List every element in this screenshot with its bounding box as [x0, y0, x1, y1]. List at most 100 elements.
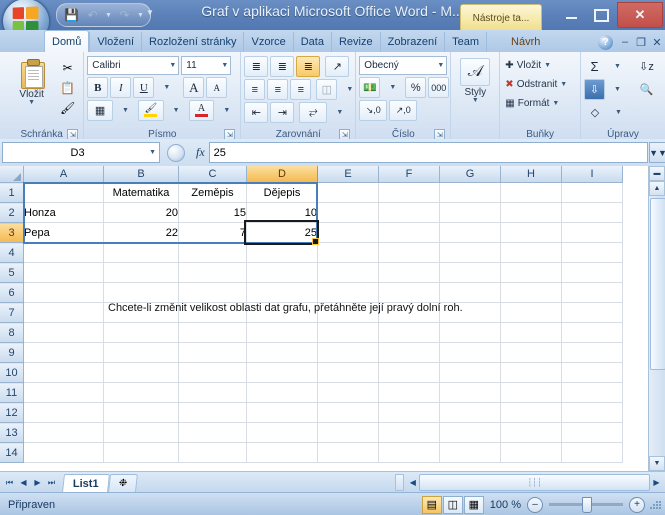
cell-h8[interactable] [500, 322, 562, 343]
horizontal-split-handle[interactable] [395, 474, 405, 491]
column-header-f[interactable]: F [378, 166, 440, 183]
cell-b7[interactable] [103, 302, 179, 323]
cell-e3[interactable] [317, 222, 379, 243]
last-sheet-icon[interactable]: ⏭ [45, 476, 58, 490]
cell-i13[interactable] [561, 422, 623, 443]
cell-g5[interactable] [439, 262, 501, 283]
align-bottom-icon[interactable]: ≣ [296, 56, 321, 77]
cell-h6[interactable] [500, 282, 562, 303]
cell-i11[interactable] [561, 382, 623, 403]
customize-qat-icon[interactable]: ▼ [146, 8, 154, 17]
row-header-6[interactable]: 6 [0, 282, 24, 303]
row-header-1[interactable]: 1 [0, 182, 24, 203]
merge-cells-icon[interactable]: ◫ [316, 79, 338, 100]
row-header-9[interactable]: 9 [0, 342, 24, 363]
format-cells-button[interactable]: ▦ Formát ▼ [503, 94, 577, 113]
styles-button[interactable]: 𝒜 Styly ▼ [454, 56, 496, 104]
tab-design[interactable]: Návrh [486, 32, 564, 52]
decrease-decimal-icon[interactable]: ↗,0 [389, 100, 418, 121]
name-box[interactable]: D3 ▼ [2, 142, 160, 163]
scroll-down-icon[interactable]: ▼ [649, 456, 665, 471]
select-all-corner[interactable] [0, 166, 24, 183]
row-header-8[interactable]: 8 [0, 322, 24, 343]
cell-b12[interactable] [103, 402, 179, 423]
cell-e9[interactable] [317, 342, 379, 363]
tab-view[interactable]: Zobrazení [379, 32, 445, 52]
cell-e1[interactable] [317, 182, 379, 203]
sort-filter-dropdown-icon[interactable]: ▼ [659, 56, 665, 77]
cell-h10[interactable] [500, 362, 562, 383]
new-sheet-icon[interactable]: ❉ [107, 473, 138, 492]
comma-style-button[interactable]: 000 [428, 77, 450, 98]
font-color-dropdown-icon[interactable]: ▼ [216, 100, 237, 121]
cell-a8[interactable] [23, 322, 104, 343]
delete-cells-button[interactable]: ✖ Odstranit ▼ [503, 75, 577, 94]
cell-e7[interactable] [317, 302, 379, 323]
cell-c7[interactable] [178, 302, 247, 323]
cell-i3[interactable] [561, 222, 623, 243]
cell-a3[interactable]: Pepa [23, 222, 104, 243]
ribbon-restore-button[interactable]: ❐ [633, 34, 649, 50]
minimize-button[interactable] [557, 4, 585, 26]
binoculars-icon[interactable]: 🔍 [636, 79, 657, 100]
cell-c1[interactable]: Zeměpis [178, 182, 247, 203]
cell-a11[interactable] [23, 382, 104, 403]
row-header-7[interactable]: 7 [0, 302, 24, 323]
fill-color-icon[interactable]: 🖌 [137, 100, 164, 121]
cell-i14[interactable] [561, 442, 623, 463]
zoom-slider-thumb[interactable] [582, 497, 592, 513]
cell-i1[interactable] [561, 182, 623, 203]
decrease-indent-icon[interactable]: ⇤ [244, 102, 269, 123]
cell-c11[interactable] [178, 382, 247, 403]
cell-f3[interactable] [378, 222, 440, 243]
cell-i5[interactable] [561, 262, 623, 283]
format-painter-icon[interactable]: 🖌 [58, 98, 78, 117]
column-header-d[interactable]: D [246, 166, 318, 183]
vertical-scroll-thumb[interactable] [650, 198, 665, 370]
tab-formulas[interactable]: Vzorce [243, 32, 292, 52]
cell-b14[interactable] [103, 442, 179, 463]
cell-e5[interactable] [317, 262, 379, 283]
sort-filter-icon[interactable]: ⇩ᴢ [636, 56, 657, 77]
cell-b4[interactable] [103, 242, 179, 263]
align-left-icon[interactable]: ≡ [244, 79, 266, 100]
clear-dropdown-icon[interactable]: ▼ [608, 102, 629, 123]
cell-c6[interactable] [178, 282, 247, 303]
contextual-tab-label[interactable]: Nástroje ta... [460, 4, 542, 31]
column-header-g[interactable]: G [439, 166, 501, 183]
cell-f2[interactable] [378, 202, 440, 223]
cell-a7[interactable] [23, 302, 104, 323]
cell-h12[interactable] [500, 402, 562, 423]
row-header-11[interactable]: 11 [0, 382, 24, 403]
cell-f4[interactable] [378, 242, 440, 263]
cell-d10[interactable] [246, 362, 318, 383]
cell-b11[interactable] [103, 382, 179, 403]
fill-dropdown-icon[interactable]: ▼ [607, 79, 628, 100]
cell-b3[interactable]: 22 [103, 222, 179, 243]
cell-c13[interactable] [178, 422, 247, 443]
expand-formula-bar-icon[interactable]: ▼▼ [649, 142, 665, 163]
cell-i9[interactable] [561, 342, 623, 363]
cell-d9[interactable] [246, 342, 318, 363]
cell-c3[interactable]: 7 [178, 222, 247, 243]
cell-f11[interactable] [378, 382, 440, 403]
formula-toggle-icon[interactable] [167, 143, 185, 162]
cell-g11[interactable] [439, 382, 501, 403]
cell-g7[interactable] [439, 302, 501, 323]
increase-indent-icon[interactable]: ⇥ [270, 102, 295, 123]
cell-b6[interactable] [103, 282, 179, 303]
grow-font-button[interactable]: A [183, 77, 205, 98]
autosum-dropdown-icon[interactable]: ▼ [607, 56, 628, 77]
cell-a2[interactable]: Honza [23, 202, 104, 223]
cell-d3[interactable]: 25 [246, 222, 318, 243]
cell-g13[interactable] [439, 422, 501, 443]
align-right-icon[interactable]: ≡ [290, 79, 312, 100]
cell-c14[interactable] [178, 442, 247, 463]
cell-f13[interactable] [378, 422, 440, 443]
cell-a13[interactable] [23, 422, 104, 443]
borders-icon[interactable]: ▦ [87, 100, 113, 121]
cell-b13[interactable] [103, 422, 179, 443]
tab-review[interactable]: Revize [330, 32, 380, 52]
cell-a10[interactable] [23, 362, 104, 383]
cell-h2[interactable] [500, 202, 562, 223]
